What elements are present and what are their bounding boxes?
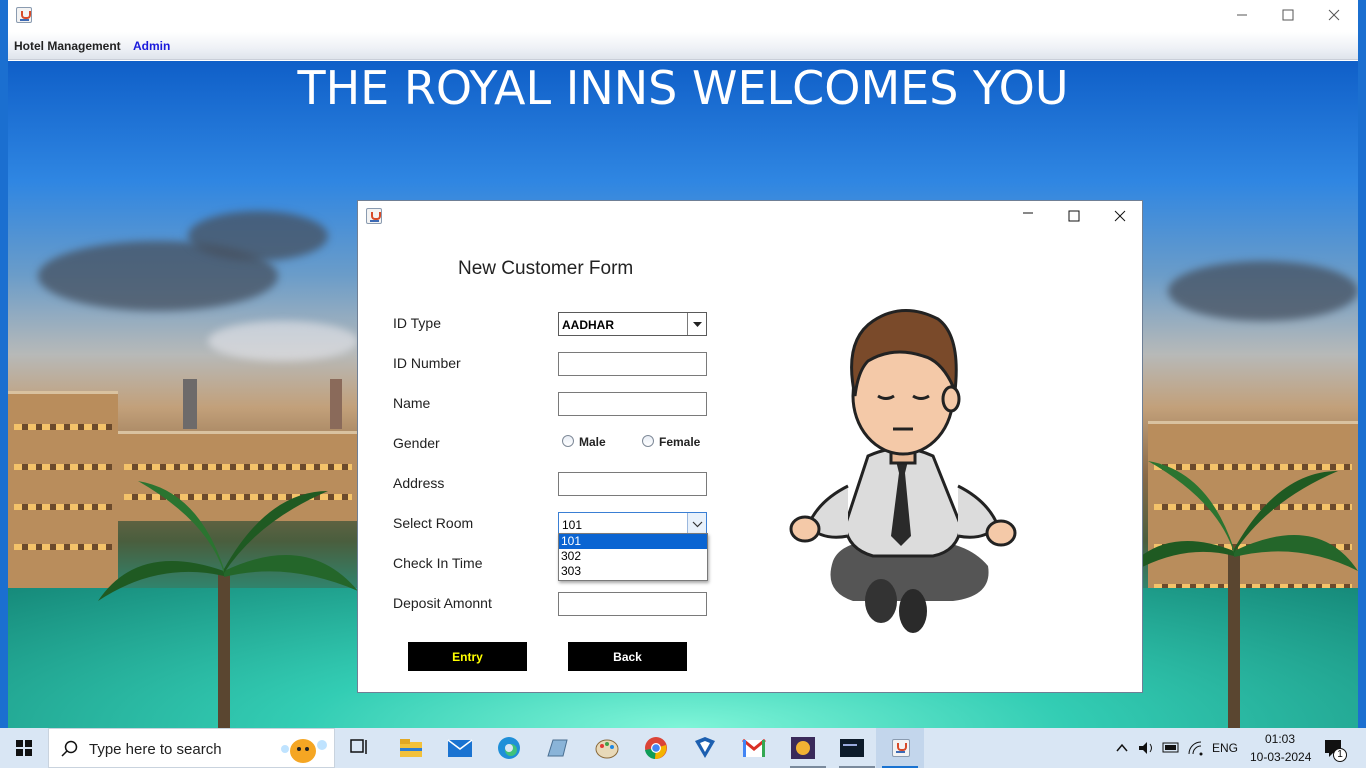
room-option[interactable]: 101 xyxy=(559,534,707,549)
vpn-icon[interactable] xyxy=(692,736,718,760)
clock-time[interactable]: 01:03 xyxy=(1265,732,1295,746)
id-type-label: ID Type xyxy=(393,315,441,331)
battery-icon[interactable] xyxy=(1161,740,1181,756)
gender-female-radio[interactable] xyxy=(642,435,654,447)
java-app-icon xyxy=(16,7,32,23)
gmail-icon[interactable] xyxy=(741,736,767,760)
wifi-icon[interactable] xyxy=(1187,740,1205,756)
check-in-time-label: Check In Time xyxy=(393,555,483,571)
java-taskbar-button[interactable] xyxy=(876,728,924,768)
room-option[interactable]: 302 xyxy=(559,549,707,564)
close-icon xyxy=(1114,210,1126,222)
maximize-button[interactable] xyxy=(1265,0,1311,30)
language-indicator[interactable]: ENG xyxy=(1212,741,1238,755)
name-label: Name xyxy=(393,395,431,411)
taskbar-search-box[interactable]: Type here to search xyxy=(48,728,335,768)
minimize-button[interactable] xyxy=(1219,0,1265,30)
back-button[interactable]: Back xyxy=(568,642,687,671)
chevron-down-icon xyxy=(693,322,702,327)
entry-button[interactable]: Entry xyxy=(408,642,527,671)
menu-hotel-management[interactable]: Hotel Management xyxy=(14,39,121,53)
menu-bar: Hotel Management Admin xyxy=(8,32,1358,60)
mail-icon[interactable] xyxy=(447,736,473,760)
dialog-minimize-button[interactable] xyxy=(1005,201,1051,231)
address-input[interactable] xyxy=(558,472,707,496)
minimize-icon xyxy=(1023,212,1033,214)
menu-admin[interactable]: Admin xyxy=(133,39,170,53)
dialog-close-button[interactable] xyxy=(1097,201,1143,231)
select-room-label: Select Room xyxy=(393,515,474,531)
game-icon[interactable] xyxy=(790,736,816,760)
form-title: New Customer Form xyxy=(458,258,634,279)
name-input[interactable] xyxy=(558,392,707,416)
id-type-value: AADHAR xyxy=(562,318,614,332)
gender-male-label[interactable]: Male xyxy=(579,435,606,449)
chevron-up-icon[interactable] xyxy=(1115,742,1129,754)
gender-male-radio[interactable] xyxy=(562,435,574,447)
close-button[interactable] xyxy=(1311,0,1357,30)
id-number-label: ID Number xyxy=(393,355,461,371)
edge-icon[interactable] xyxy=(496,736,522,760)
id-number-input[interactable] xyxy=(558,352,707,376)
main-titlebar xyxy=(8,0,1358,32)
gender-label: Gender xyxy=(393,435,440,451)
search-placeholder: Type here to search xyxy=(89,741,222,758)
close-icon xyxy=(1328,9,1340,21)
search-highlight-icon xyxy=(281,739,327,763)
volume-icon[interactable] xyxy=(1137,740,1155,756)
maximize-icon xyxy=(1282,9,1294,21)
task-view-icon[interactable] xyxy=(348,736,374,760)
meditating-man-illustration xyxy=(789,309,1017,633)
taskbar: Type here to search ENG 01:03 10-03-2024… xyxy=(0,728,1366,768)
deposit-amount-label: Deposit Amonnt xyxy=(393,595,492,611)
room-option[interactable]: 303 xyxy=(559,564,707,579)
chevron-down-icon xyxy=(692,521,703,528)
room-dropdown-button[interactable] xyxy=(687,513,706,535)
start-button[interactable] xyxy=(0,728,48,768)
maximize-icon xyxy=(1068,210,1080,222)
dialog-titlebar xyxy=(358,201,1142,231)
room-options-list[interactable]: 101 302 303 xyxy=(558,533,708,581)
paint-icon[interactable] xyxy=(594,736,620,760)
dialog-maximize-button[interactable] xyxy=(1051,201,1097,231)
id-type-dropdown-button[interactable] xyxy=(687,313,706,335)
search-icon xyxy=(61,740,78,757)
windows-logo-icon xyxy=(16,740,32,756)
deposit-amount-input[interactable] xyxy=(558,592,707,616)
address-label: Address xyxy=(393,475,445,491)
minimize-icon xyxy=(1237,14,1247,16)
id-type-select[interactable]: AADHAR xyxy=(558,312,707,336)
mysql-icon[interactable] xyxy=(839,736,865,760)
new-customer-dialog: New Customer Form ID Type ID Number Name… xyxy=(357,200,1143,693)
gender-female-label[interactable]: Female xyxy=(659,435,700,449)
app-icon[interactable] xyxy=(545,736,571,760)
file-explorer-icon[interactable] xyxy=(398,736,424,760)
notification-count: 1 xyxy=(1333,748,1347,762)
clock-date[interactable]: 10-03-2024 xyxy=(1250,750,1311,764)
room-select-value: 101 xyxy=(562,518,583,532)
chrome-icon[interactable] xyxy=(643,736,669,760)
java-icon xyxy=(892,739,910,757)
welcome-heading: THE ROYAL INNS WELCOMES YOU xyxy=(297,61,1069,115)
java-app-icon xyxy=(366,208,382,224)
